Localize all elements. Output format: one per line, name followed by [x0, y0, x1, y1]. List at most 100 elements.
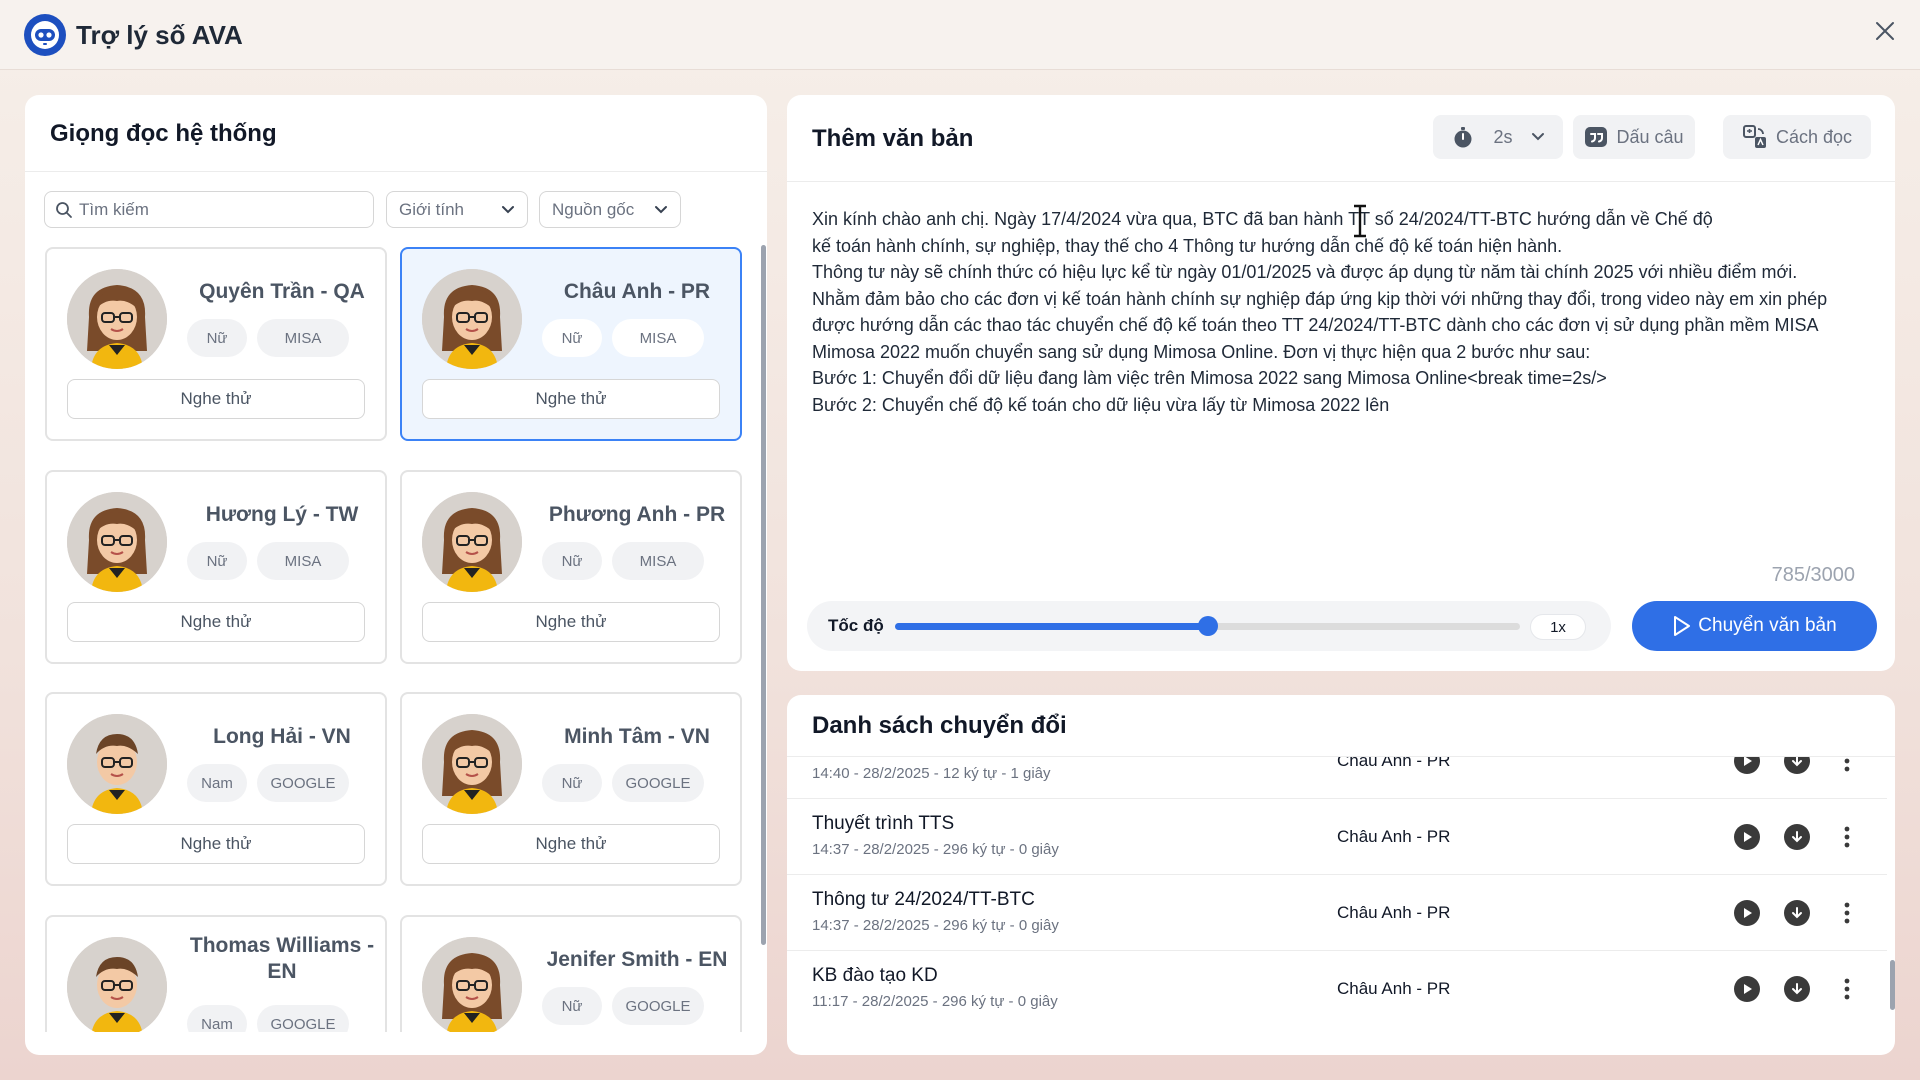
pronunciation-label: Cách đọc [1775, 126, 1853, 147]
more-options-icon[interactable] [1834, 757, 1860, 774]
character-count: 785/3000 [1771, 564, 1855, 586]
source-tag: MISA [612, 542, 704, 580]
editor-title: Thêm văn bản [812, 125, 974, 152]
download-icon[interactable] [1784, 976, 1810, 1002]
voice-card[interactable]: Châu Anh - PR Nữ MISA Nghe thử [400, 247, 742, 441]
editor-text-line: Mimosa 2022 muốn chuyển sang sử dụng Mim… [812, 341, 1591, 362]
voice-card[interactable]: Thomas Williams - EN Nam GOOGLE Nghe thử [45, 915, 387, 1032]
conversion-row[interactable]: KB đào tạo KD 11:17 - 28/2/2025 - 296 ký… [787, 951, 1887, 1025]
voice-card[interactable]: Hương Lý - TW Nữ MISA Nghe thử [45, 470, 387, 664]
gender-tag: Nữ [542, 542, 602, 580]
conversion-title: Thuyết trình TTS [812, 813, 955, 834]
more-options-icon[interactable] [1834, 824, 1860, 850]
editor-text-line: được hướng dẫn các thao tác chuyển chế đ… [812, 315, 1819, 335]
source-tag: GOOGLE [257, 764, 349, 802]
listen-sample-button[interactable]: Nghe thử [422, 379, 720, 419]
conversion-meta: 14:40 - 28/2/2025 - 12 ký tự - 1 giây [812, 765, 1051, 782]
gender-tag: Nam [187, 764, 247, 802]
listen-sample-button[interactable]: Nghe thử [422, 824, 720, 864]
source-tag: MISA [257, 319, 349, 357]
source-tag: GOOGLE [612, 764, 704, 802]
play-icon [1674, 616, 1691, 636]
gender-tag: Nam [187, 1005, 247, 1032]
listen-sample-button[interactable]: Nghe thử [67, 824, 365, 864]
pause-duration-value: 2s [1493, 126, 1513, 147]
gender-tag: Nữ [542, 987, 602, 1025]
speed-slider-handle[interactable] [1197, 616, 1218, 636]
voice-name: Phương Anh - PR [548, 503, 726, 526]
avatar [422, 269, 522, 369]
avatar [422, 714, 522, 814]
translate-icon [1742, 125, 1766, 148]
voice-card[interactable]: Phương Anh - PR Nữ MISA Nghe thử [400, 470, 742, 664]
listen-sample-button[interactable]: Nghe thử [67, 602, 365, 642]
source-tag: MISA [612, 319, 704, 357]
download-icon[interactable] [1784, 900, 1810, 926]
conversion-row[interactable]: Thông tư 24/2024/TT-BTC 14:37 - 28/2/202… [787, 875, 1887, 951]
play-icon[interactable] [1734, 757, 1760, 774]
avatar [67, 714, 167, 814]
punctuation-label: Dấu câu [1616, 126, 1684, 147]
conversion-meta: 11:17 - 28/2/2025 - 296 ký tự - 0 giây [812, 993, 1058, 1010]
convert-text-label: Chuyển văn bản [1698, 615, 1837, 636]
gender-tag: Nữ [187, 319, 247, 357]
more-options-icon[interactable] [1834, 900, 1860, 926]
editor-text-line: Bước 1: Chuyển đổi dữ liệu đang làm việc… [812, 368, 1607, 388]
conversion-voice: Châu Anh - PR [1337, 979, 1451, 998]
avatar [67, 269, 167, 369]
conversion-row[interactable]: Thuyết trình TTS 14:37 - 28/2/2025 - 296… [787, 799, 1887, 875]
speed-label: Tốc độ [828, 616, 884, 635]
source-tag: GOOGLE [612, 987, 704, 1025]
download-icon[interactable] [1784, 824, 1810, 850]
source-tag: GOOGLE [257, 1005, 349, 1032]
divider [787, 181, 1895, 182]
editor-text-line: Nhằm đảm bảo cho các đơn vị kế toán hành… [812, 288, 1828, 309]
pause-duration-dropdown[interactable]: 2s [1433, 115, 1563, 159]
conversion-title: Thông tư 24/2024/TT-BTC [812, 889, 1035, 910]
play-icon[interactable] [1734, 976, 1760, 1002]
editor-text-line: Bước 2: Chuyển chế độ kế toán cho dữ liệ… [812, 394, 1390, 415]
conversion-voice: Châu Anh - PR [1337, 757, 1451, 770]
source-tag: MISA [257, 542, 349, 580]
play-icon[interactable] [1734, 824, 1760, 850]
speed-value: 1x [1530, 614, 1586, 640]
text-cursor-icon [1354, 204, 1366, 238]
convert-text-button[interactable]: Chuyển văn bản [1632, 601, 1877, 651]
listen-sample-button[interactable]: Nghe thử [422, 602, 720, 642]
conversion-list: 14:40 - 28/2/2025 - 12 ký tự - 1 giây Ch… [787, 757, 1895, 1025]
voice-card[interactable]: Jenifer Smith - EN Nữ GOOGLE Nghe thử [400, 915, 742, 1032]
conversion-voice: Châu Anh - PR [1337, 827, 1451, 846]
conversion-title: KB đào tạo KD [812, 965, 938, 986]
text-editor[interactable]: Xin kính chào anh chị. Ngày 17/4/2024 vừ… [812, 206, 1872, 418]
conversion-row[interactable]: 14:40 - 28/2/2025 - 12 ký tự - 1 giây Ch… [787, 757, 1887, 799]
avatar [67, 492, 167, 592]
avatar [67, 937, 167, 1032]
voice-name: Châu Anh - PR [563, 280, 711, 303]
voice-card[interactable]: Quyên Trần - QA Nữ MISA Nghe thử [45, 247, 387, 441]
conversion-meta: 14:37 - 28/2/2025 - 296 ký tự - 0 giây [812, 917, 1059, 934]
voice-name: Quyên Trần - QA [199, 280, 365, 303]
quote-icon [1585, 127, 1608, 147]
play-icon[interactable] [1734, 900, 1760, 926]
chevron-down-icon [1531, 133, 1544, 141]
voice-name: Thomas Williams - EN [189, 934, 375, 983]
listen-sample-button[interactable]: Nghe thử [67, 379, 365, 419]
editor-text-line: Xin kính chào anh chị. Ngày 17/4/2024 vừ… [812, 209, 1713, 229]
more-options-icon[interactable] [1834, 976, 1860, 1002]
punctuation-button[interactable]: Dấu câu [1573, 115, 1695, 159]
download-icon[interactable] [1784, 757, 1810, 774]
gender-tag: Nữ [542, 764, 602, 802]
voice-name: Long Hải - VN [213, 725, 351, 748]
pronunciation-button[interactable]: Cách đọc [1723, 115, 1871, 159]
editor-text-line: Thông tư này sẽ chính thức có hiệu lực k… [812, 262, 1798, 282]
conversion-list-title: Danh sách chuyển đổi [812, 712, 1067, 739]
voice-name: Hương Lý - TW [205, 503, 359, 526]
voice-card[interactable]: Minh Tâm - VN Nữ GOOGLE Nghe thử [400, 692, 742, 886]
gender-tag: Nữ [187, 542, 247, 580]
voice-card[interactable]: Long Hải - VN Nam GOOGLE Nghe thử [45, 692, 387, 886]
gender-tag: Nữ [542, 319, 602, 357]
avatar [422, 937, 522, 1032]
editor-text-line: kế toán hành chính, sự nghiệp, thay thế … [812, 235, 1563, 256]
voice-list-scrollbar[interactable] [761, 245, 766, 945]
conversion-list-scrollbar[interactable] [1890, 960, 1895, 1010]
